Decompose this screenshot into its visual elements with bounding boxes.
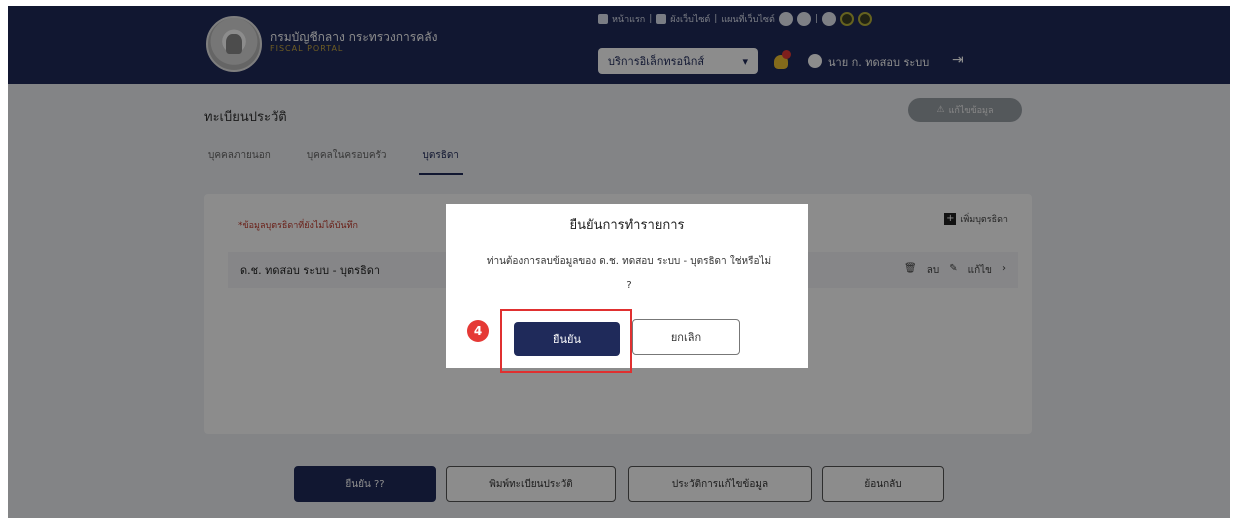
step-highlight-box: [500, 309, 632, 373]
dialog-cancel-button[interactable]: ยกเลิก: [632, 319, 740, 355]
dialog-message-text: ท่านต้องการลบข้อมูลของ ด.ช. ทดสอบ ระบบ -…: [486, 256, 772, 267]
dialog-title: ยืนยันการทำรายการ: [569, 218, 685, 233]
dialog-message-tail: ?: [626, 280, 632, 291]
step-number-badge: 4: [467, 320, 489, 342]
app-frame: กรมบัญชีกลาง กระทรวงการคลัง FISCAL PORTA…: [8, 6, 1230, 518]
dialog-message: ท่านต้องการลบข้อมูลของ ด.ช. ทดสอบ ระบบ -…: [452, 250, 806, 298]
